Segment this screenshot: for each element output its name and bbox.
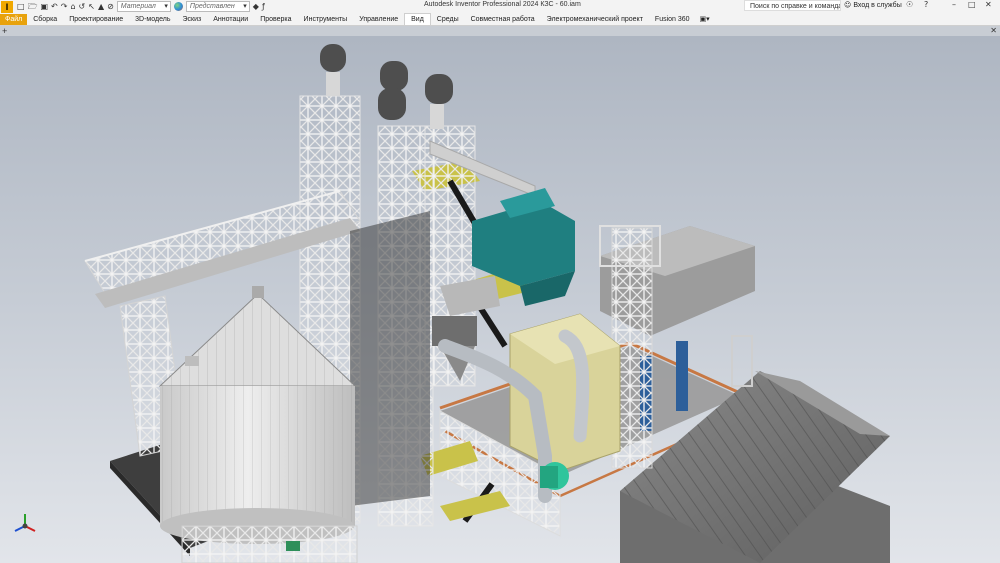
ribbon-display-options-icon[interactable]: ▣▾ (700, 15, 710, 23)
graphics-viewport[interactable] (0, 36, 1000, 563)
assembly-3d-scene[interactable] (0, 36, 1000, 563)
home-icon[interactable]: ⌂ (70, 1, 75, 12)
measure-icon[interactable]: ▲ (98, 1, 104, 12)
minimize-icon[interactable]: – (952, 0, 956, 9)
tab-inspect[interactable]: Проверка (254, 14, 297, 25)
material-dropdown[interactable]: Материал (116, 1, 171, 12)
tab-fusion-360[interactable]: Fusion 360 (649, 14, 696, 25)
sign-in-label: Вход в службы (853, 1, 902, 9)
tab-manage[interactable]: Управление (353, 14, 404, 25)
document-tab-strip: + ✕ (0, 26, 1000, 36)
cage-ladder-right (731, 335, 753, 387)
tab-tools[interactable]: Инструменты (298, 14, 354, 25)
dark-frame (350, 211, 430, 506)
close-document-icon[interactable]: ✕ (990, 26, 997, 36)
inventor-logo[interactable]: I (1, 0, 13, 13)
yellow-walkway-base (440, 491, 510, 521)
appearance-dropdown[interactable]: Представлен (185, 1, 250, 12)
tab-3d-model[interactable]: 3D-модель (129, 14, 176, 25)
redo-icon[interactable]: ↷ (61, 1, 68, 12)
sign-in-button[interactable]: ☺ Вход в службы (844, 1, 902, 9)
tab-sketch[interactable]: Эскиз (176, 14, 207, 25)
green-fan (540, 462, 569, 490)
appearance-ball-icon[interactable] (173, 2, 183, 11)
parameters-icon[interactable]: ◆ (253, 1, 259, 12)
tab-collaborate[interactable]: Совместная работа (465, 14, 541, 25)
cart-icon[interactable]: ☉ (906, 0, 913, 9)
tab-file[interactable]: Файл (0, 13, 28, 25)
help-icon[interactable]: ? (924, 0, 928, 9)
select-icon[interactable]: ↖ (88, 1, 95, 12)
open-icon[interactable]: 🗁 (28, 1, 38, 12)
file-new-icon[interactable]: □ (17, 1, 25, 12)
tab-assembly[interactable]: Сборка (27, 14, 63, 25)
tab-annotate[interactable]: Аннотации (207, 14, 254, 25)
return-icon[interactable]: ↺ (79, 1, 86, 12)
green-valve (286, 541, 300, 551)
ilogic-icon[interactable]: ƒ (262, 1, 265, 12)
tab-view[interactable]: Вид (404, 13, 431, 25)
view-cube-triad-icon[interactable] (12, 512, 38, 534)
stairs-2 (475, 302, 508, 348)
quick-access-toolbar: □ 🗁 ▣ ↶ ↷ ⌂ ↺ ↖ ▲ ⊘ Материал Представлен… (17, 1, 265, 12)
save-icon[interactable]: ▣ (40, 1, 48, 12)
user-icon: ☺ (844, 1, 852, 9)
ribbon-tabs: Файл Сборка Проектирование 3D-модель Эск… (0, 13, 1000, 26)
tab-environments[interactable]: Среды (431, 14, 465, 25)
new-document-icon[interactable]: + (2, 26, 7, 36)
tab-design[interactable]: Проектирование (63, 14, 129, 25)
elevator-head-3 (425, 74, 453, 129)
title-bar: I □ 🗁 ▣ ↶ ↷ ⌂ ↺ ↖ ▲ ⊘ Материал Представл… (0, 0, 1000, 13)
inventor-window: I □ 🗁 ▣ ↶ ↷ ⌂ ↺ ↖ ▲ ⊘ Материал Представл… (0, 0, 1000, 563)
undo-icon[interactable]: ↶ (51, 1, 58, 12)
maximize-icon[interactable]: □ (968, 0, 976, 9)
help-search-input[interactable]: Поиск по справке и командам... (744, 0, 841, 11)
close-icon[interactable]: ✕ (985, 0, 992, 9)
elevator-head-1 (320, 44, 346, 96)
clear-override-icon[interactable]: ⊘ (107, 1, 114, 12)
elevator-head-4 (378, 88, 406, 120)
blue-pump-2 (676, 341, 688, 411)
tab-electromechanical[interactable]: Электромеханический проект (541, 14, 649, 25)
app-title: Autodesk Inventor Professional 2024 КЗС … (424, 1, 581, 8)
